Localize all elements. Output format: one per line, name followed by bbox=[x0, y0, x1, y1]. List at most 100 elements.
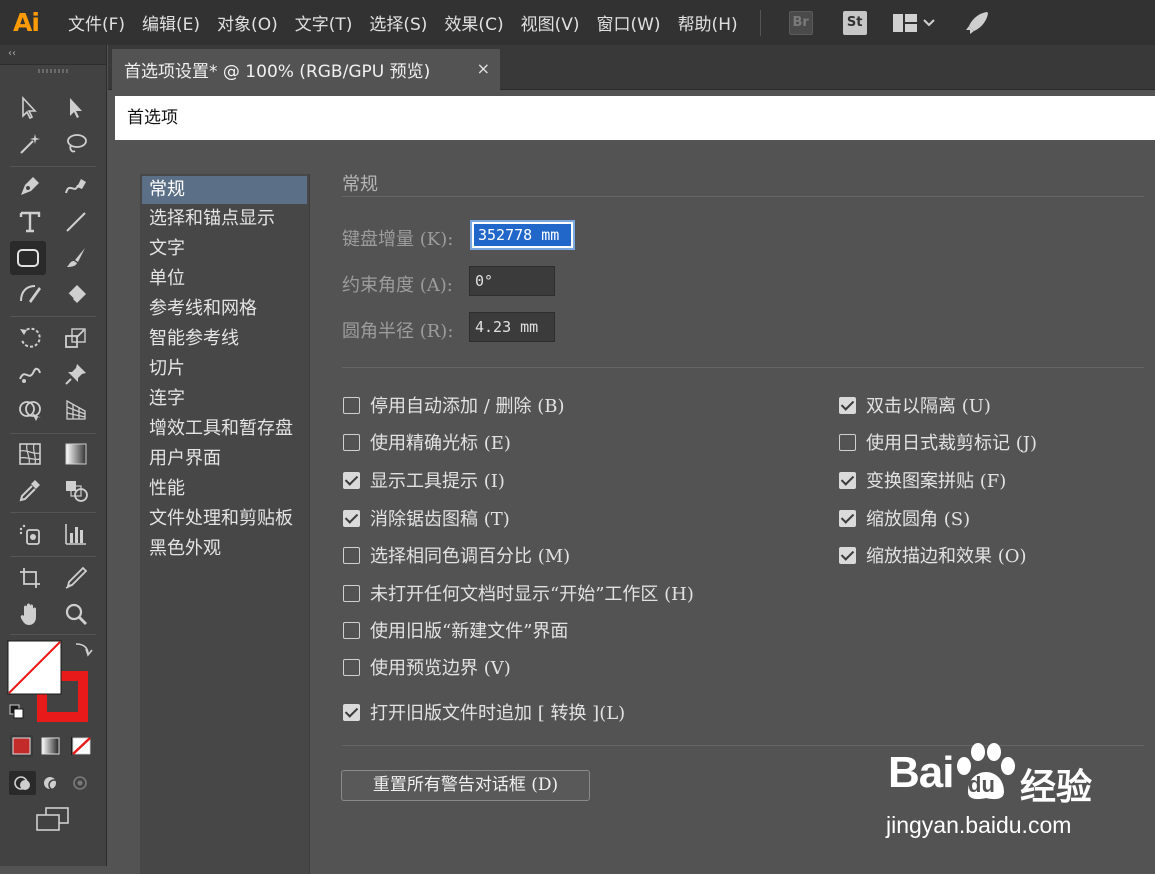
nav-item-black-appearance[interactable]: 黑色外观 bbox=[140, 534, 309, 564]
nav-item-performance[interactable]: 性能 bbox=[140, 474, 309, 504]
checkbox-anti-aliased-artwork[interactable]: 消除锯齿图稿 (T) bbox=[343, 505, 510, 531]
screen-mode-icon[interactable] bbox=[34, 805, 72, 835]
symbol-sprayer-tool[interactable] bbox=[12, 517, 48, 551]
nav-item-slices[interactable]: 切片 bbox=[140, 354, 309, 384]
nav-item-type[interactable]: 文字 bbox=[140, 234, 309, 264]
rectangle-tool[interactable] bbox=[10, 241, 46, 275]
nav-item-hyphenation[interactable]: 连字 bbox=[140, 384, 309, 414]
selection-tool[interactable] bbox=[12, 91, 48, 125]
checkbox-scale-corners[interactable]: 缩放圆角 (S) bbox=[839, 505, 970, 531]
checkbox-box[interactable] bbox=[839, 546, 856, 564]
nav-item-smart-guides[interactable]: 智能参考线 bbox=[140, 324, 309, 354]
nav-item-user-interface[interactable]: 用户界面 bbox=[140, 444, 309, 474]
eraser-tool[interactable] bbox=[58, 277, 94, 311]
checkbox-label: 双击以隔离 (U) bbox=[866, 396, 991, 417]
puppet-warp-tool[interactable] bbox=[12, 357, 48, 391]
curvature-tool[interactable] bbox=[58, 169, 94, 203]
document-tab[interactable]: 首选项设置* @ 100% (RGB/GPU 预览) × bbox=[112, 49, 500, 90]
checkbox-box[interactable] bbox=[343, 509, 360, 527]
pin-tool[interactable] bbox=[58, 357, 94, 391]
checkbox-box[interactable] bbox=[343, 396, 360, 414]
reset-warnings-button[interactable]: 重置所有警告对话框 (D) bbox=[341, 770, 590, 801]
gradient-tool[interactable] bbox=[58, 437, 94, 471]
hand-tool[interactable] bbox=[12, 597, 48, 631]
shaper-tool[interactable] bbox=[12, 277, 48, 311]
rocket-icon[interactable] bbox=[963, 9, 991, 37]
corner-radius-input[interactable]: 4.23 mm bbox=[469, 312, 555, 342]
bridge-button[interactable]: Br bbox=[788, 10, 813, 35]
rotate-tool[interactable] bbox=[12, 321, 48, 355]
direct-selection-tool[interactable] bbox=[58, 91, 94, 125]
checkbox-box[interactable] bbox=[343, 621, 360, 639]
nav-item-plugins-scratch[interactable]: 增效工具和暂存盘 bbox=[140, 414, 309, 444]
color-mode-buttons[interactable] bbox=[9, 733, 97, 759]
tools-panel: ‹‹ bbox=[0, 45, 107, 866]
paintbrush-tool[interactable] bbox=[58, 241, 94, 275]
checkbox-show-tooltips[interactable]: 显示工具提示 (I) bbox=[343, 467, 505, 493]
perspective-grid-tool[interactable] bbox=[58, 393, 94, 427]
pen-tool[interactable] bbox=[12, 169, 48, 203]
type-tool[interactable] bbox=[12, 205, 48, 239]
menu-view[interactable]: 视图(V) bbox=[521, 10, 580, 35]
zoom-tool[interactable] bbox=[58, 597, 94, 631]
artboard-tool[interactable] bbox=[12, 561, 48, 595]
constrain-angle-input[interactable]: 0° bbox=[469, 266, 555, 296]
drawing-mode-buttons[interactable] bbox=[9, 770, 97, 796]
line-tool[interactable] bbox=[58, 205, 94, 239]
panel-collapse-button[interactable]: ‹‹ bbox=[0, 45, 106, 65]
menu-object[interactable]: 对象(O) bbox=[217, 10, 278, 35]
close-icon[interactable]: × bbox=[477, 59, 490, 78]
checkbox-box[interactable] bbox=[343, 433, 360, 451]
scale-tool[interactable] bbox=[58, 321, 94, 355]
menu-window[interactable]: 窗口(W) bbox=[596, 10, 660, 35]
mesh-tool[interactable] bbox=[12, 437, 48, 471]
app-logo[interactable]: Ai bbox=[0, 0, 52, 45]
keyboard-increment-input[interactable]: 352778 mm bbox=[470, 220, 575, 250]
checkbox-box[interactable] bbox=[839, 433, 856, 451]
fill-stroke-widget[interactable] bbox=[6, 639, 96, 723]
checkbox-append-convert[interactable]: 打开旧版文件时追加 [ 转换 ](L) bbox=[343, 699, 625, 725]
menu-effect[interactable]: 效果(C) bbox=[444, 10, 503, 35]
panel-grip[interactable] bbox=[38, 69, 70, 73]
nav-item-guides-grid[interactable]: 参考线和网格 bbox=[140, 294, 309, 324]
checkbox-precise-cursors[interactable]: 使用精确光标 (E) bbox=[343, 429, 511, 455]
checkbox-box[interactable] bbox=[343, 584, 360, 602]
eyedropper-tool[interactable] bbox=[12, 473, 48, 507]
nav-item-units[interactable]: 单位 bbox=[140, 264, 309, 294]
slice-tool[interactable] bbox=[58, 561, 94, 595]
checkbox-select-same-tint[interactable]: 选择相同色调百分比 (M) bbox=[343, 542, 570, 568]
menu-help[interactable]: 帮助(H) bbox=[678, 10, 738, 35]
checkbox-box[interactable] bbox=[343, 703, 360, 721]
lasso-tool[interactable] bbox=[58, 127, 94, 161]
checkbox-box[interactable] bbox=[343, 658, 360, 676]
nav-item-general[interactable]: 常规 bbox=[142, 176, 307, 204]
checkbox-box[interactable] bbox=[839, 396, 856, 414]
mesh-icon bbox=[19, 443, 41, 465]
menu-file[interactable]: 文件(F) bbox=[68, 10, 125, 35]
menu-edit[interactable]: 编辑(E) bbox=[142, 10, 200, 35]
checkbox-transform-pattern-tiles[interactable]: 变换图案拼贴 (F) bbox=[839, 467, 1006, 493]
checkbox-preview-bounds[interactable]: 使用预览边界 (V) bbox=[343, 654, 511, 680]
menu-select[interactable]: 选择(S) bbox=[369, 10, 427, 35]
checkbox-scale-strokes-effects[interactable]: 缩放描边和效果 (O) bbox=[839, 542, 1027, 568]
checkbox-japanese-crop-marks[interactable]: 使用日式裁剪标记 (J) bbox=[839, 429, 1037, 455]
checkbox-box[interactable] bbox=[343, 471, 360, 489]
nav-item-file-clipboard[interactable]: 文件处理和剪贴板 bbox=[140, 504, 309, 534]
column-graph-tool[interactable] bbox=[58, 517, 94, 551]
checkbox-double-click-isolate[interactable]: 双击以隔离 (U) bbox=[839, 392, 991, 418]
perspective-grid-icon bbox=[66, 399, 86, 420]
menu-type[interactable]: 文字(T) bbox=[295, 10, 353, 35]
constrain-angle-label: 约束角度 (A): bbox=[342, 275, 453, 296]
checkbox-box[interactable] bbox=[839, 471, 856, 489]
workspace-switcher[interactable] bbox=[892, 13, 935, 32]
shape-builder-tool[interactable] bbox=[12, 393, 48, 427]
checkbox-box[interactable] bbox=[839, 509, 856, 527]
checkbox-disable-auto-add-delete[interactable]: 停用自动添加 / 删除 (B) bbox=[343, 392, 565, 418]
stock-button[interactable]: St bbox=[842, 10, 867, 35]
checkbox-legacy-new-file[interactable]: 使用旧版“新建文件”界面 bbox=[343, 617, 568, 643]
checkbox-box[interactable] bbox=[343, 546, 360, 564]
checkbox-show-start-workspace[interactable]: 未打开任何文档时显示“开始”工作区 (H) bbox=[343, 580, 694, 606]
blend-tool[interactable] bbox=[58, 473, 94, 507]
nav-item-selection-anchor[interactable]: 选择和锚点显示 bbox=[140, 204, 309, 234]
magic-wand-tool[interactable] bbox=[12, 127, 48, 161]
